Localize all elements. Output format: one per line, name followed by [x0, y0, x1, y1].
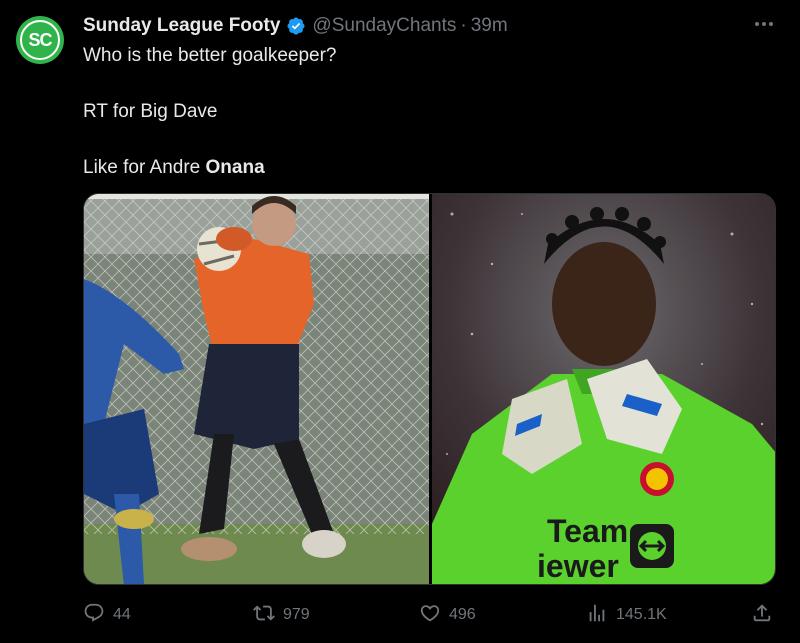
retweet-icon	[253, 602, 275, 629]
like-count: 496	[449, 606, 476, 623]
onana-illustration: Team iewer	[432, 194, 775, 584]
separator-dot: ·	[460, 15, 467, 36]
like-button[interactable]: 496	[419, 600, 476, 630]
tweet-line-like-bold: Onana	[205, 157, 265, 178]
avatar[interactable]: SC	[16, 16, 64, 64]
tweet-media: Team iewer	[83, 193, 776, 585]
shirt-sponsor-line1: Team	[547, 513, 628, 549]
photo-right-onana[interactable]: Team iewer	[432, 194, 775, 584]
verified-badge-icon	[286, 16, 306, 36]
views-count: 145.1K	[616, 606, 667, 623]
reply-icon	[83, 602, 105, 629]
share-button[interactable]	[751, 600, 773, 630]
photo-left-amateur-keeper[interactable]	[84, 194, 429, 584]
tweet-line-like: Like for Andre Onana	[83, 156, 763, 180]
shirt-sponsor-line2: iewer	[537, 548, 619, 584]
tweet-timestamp[interactable]: 39m	[471, 15, 508, 37]
amateur-keeper-illustration	[84, 194, 429, 584]
views-chart-icon	[586, 602, 608, 629]
retweet-button[interactable]: 979	[253, 600, 310, 630]
retweet-count: 979	[283, 606, 310, 623]
views-button[interactable]: 145.1K	[586, 600, 667, 630]
tweet-line-rt: RT for Big Dave	[83, 101, 218, 122]
heart-icon	[419, 602, 441, 629]
author-display-name[interactable]: Sunday League Footy	[83, 15, 280, 37]
share-icon	[751, 602, 773, 629]
tweet-actions: 44 979 496 145.1K	[83, 600, 778, 630]
author-handle[interactable]: @SundayChants	[312, 15, 456, 37]
tweet-text: Who is the better goalkeeper? RT for Big…	[83, 44, 763, 180]
reply-button[interactable]: 44	[83, 600, 131, 630]
reply-count: 44	[113, 606, 131, 623]
tweet-header: Sunday League Footy @SundayChants · 39m	[83, 14, 760, 38]
avatar-ring: SC	[20, 20, 60, 60]
tweet-line-question: Who is the better goalkeeper?	[83, 45, 337, 66]
avatar-initials: SC	[28, 29, 52, 50]
tweet-line-like-prefix: Like for Andre	[83, 157, 206, 178]
more-options-icon[interactable]	[752, 14, 776, 34]
